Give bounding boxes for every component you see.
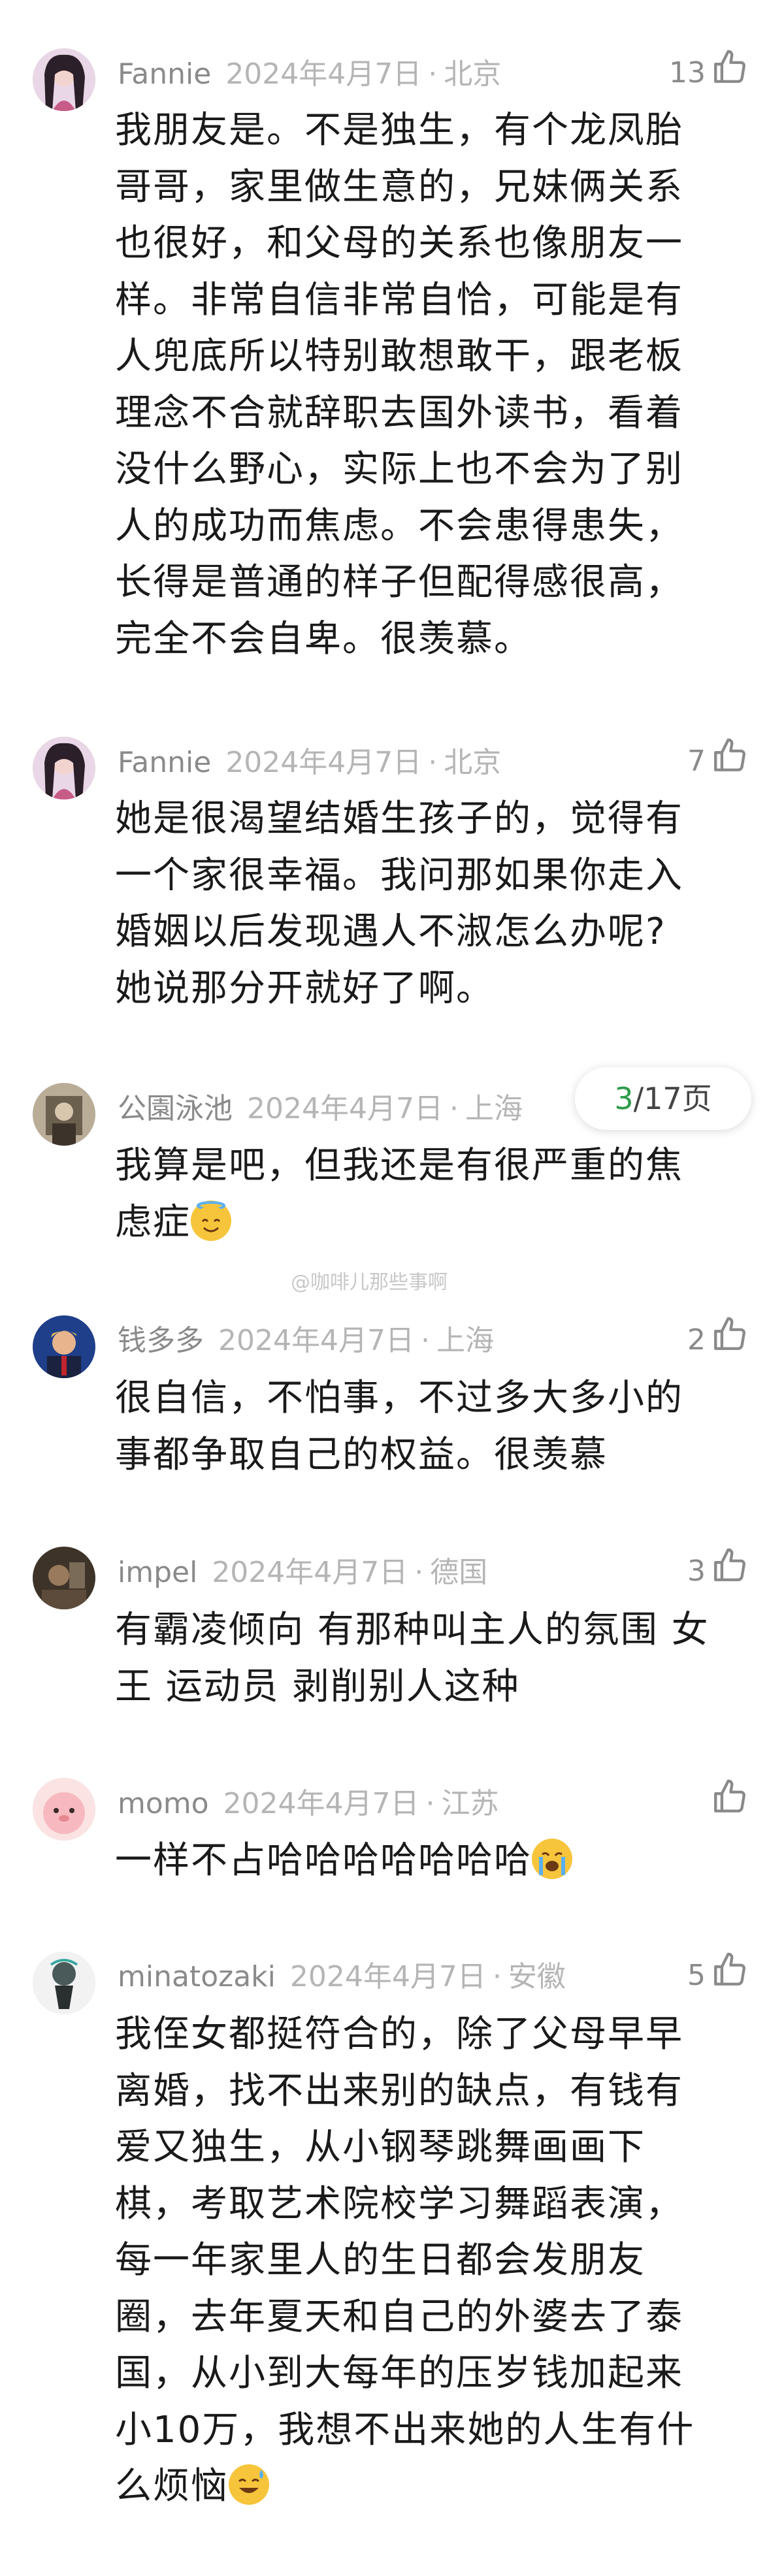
watermark: @咖啡儿那些事啊 <box>291 1271 448 1294</box>
separator-dot: · <box>428 57 438 91</box>
avatar[interactable] <box>33 1778 95 1841</box>
comment-text: 她是很渴望结婚生孩子的，觉得有 一个家很幸福。我问那如果你走入 婚姻以后发现遇人不淑… <box>115 797 683 1010</box>
comment-location: 德国 <box>430 1556 488 1589</box>
comment-date: 2024年4月7日 <box>289 1960 486 1993</box>
separator-dot: · <box>425 1787 435 1820</box>
comment-text: 有霸凌倾向 有那种叫主人的氛围 女王 运动员 剥削别人这种 <box>115 1609 710 1708</box>
like-count: 5 <box>687 1959 706 1992</box>
smiling-angel-emoji-icon <box>191 1200 231 1241</box>
page-indicator[interactable]: 3/17页 <box>575 1067 751 1130</box>
comment-date: 2024年4月7日 <box>212 1556 408 1589</box>
thumbs-up-icon <box>711 737 749 786</box>
username[interactable]: Fannie <box>118 57 211 91</box>
comment-text: 很自信，不怕事，不过多大多小的 事都争取自己的权益。很羡慕 <box>115 1377 683 1476</box>
separator-dot: · <box>414 1556 424 1589</box>
loudly-crying-emoji-icon <box>532 1839 572 1879</box>
separator-dot: · <box>428 746 438 779</box>
avatar[interactable] <box>33 737 95 799</box>
username[interactable]: Fannie <box>118 746 211 779</box>
comment-date: 2024年4月7日 <box>225 746 422 779</box>
username[interactable]: 公園泳池 <box>118 1092 233 1125</box>
like-button[interactable]: 2 <box>687 1317 749 1361</box>
comment-meta: 公園泳池 2024年4月7日 · 上海 <box>118 1088 523 1130</box>
like-count: 7 <box>687 745 706 778</box>
avatar[interactable] <box>33 1952 95 2014</box>
thumbs-up-icon <box>711 1951 749 2001</box>
username[interactable]: minatozaki <box>118 1960 276 1993</box>
separator-dot: · <box>449 1092 459 1125</box>
comment-location: 上海 <box>436 1324 494 1357</box>
comment-meta: impel 2024年4月7日 · 德国 <box>118 1552 487 1594</box>
like-count: 3 <box>687 1554 706 1588</box>
separator-dot: · <box>492 1960 502 1993</box>
comment-date: 2024年4月7日 <box>223 1787 419 1820</box>
comment-location: 上海 <box>465 1092 523 1125</box>
current-page: 3 <box>614 1081 634 1116</box>
comment-text: 我算是吧，但我还是有很严重的焦 虑症 <box>115 1144 683 1244</box>
like-count: 2 <box>687 1323 706 1357</box>
total-pages: /17页 <box>633 1081 712 1116</box>
like-count: 13 <box>669 56 706 89</box>
username[interactable]: impel <box>118 1556 197 1589</box>
comment-location: 江苏 <box>441 1787 499 1820</box>
username[interactable]: momo <box>118 1787 209 1820</box>
comment-location: 安徽 <box>508 1960 566 1993</box>
separator-dot: · <box>420 1324 430 1357</box>
username[interactable]: 钱多多 <box>118 1324 204 1357</box>
comment-meta: 钱多多 2024年4月7日 · 上海 <box>118 1320 494 1362</box>
like-button[interactable]: 13 <box>669 50 749 94</box>
comment-text: 一样不占哈哈哈哈哈哈哈 <box>115 1833 716 1890</box>
comment-location: 北京 <box>444 57 502 91</box>
like-button[interactable]: 7 <box>687 738 749 782</box>
thumbs-up-icon <box>711 1315 749 1365</box>
comment-date: 2024年4月7日 <box>225 57 422 91</box>
comment-text: 我侄女都挺符合的，除了父母早早 离婚，找不出来别的缺点，有钱有 爱又独生，从小钢琴跳… <box>115 2013 695 2507</box>
comment-meta: momo 2024年4月7日 · 江苏 <box>118 1783 499 1825</box>
comment-date: 2024年4月7日 <box>218 1324 414 1357</box>
avatar[interactable] <box>33 1547 95 1609</box>
avatar[interactable] <box>33 1315 95 1378</box>
like-button[interactable]: 3 <box>687 1548 749 1592</box>
thumbs-up-icon <box>711 1778 749 1827</box>
avatar[interactable] <box>33 48 95 111</box>
thumbs-up-icon <box>711 1547 749 1596</box>
comment-date: 2024年4月7日 <box>247 1092 443 1125</box>
sweat-smile-emoji-icon <box>229 2464 269 2505</box>
comment-location: 北京 <box>444 746 502 779</box>
like-button[interactable]: 5 <box>687 1952 749 1997</box>
like-button[interactable] <box>706 1779 749 1824</box>
avatar[interactable] <box>33 1083 95 1146</box>
comment-meta: Fannie 2024年4月7日 · 北京 <box>118 742 501 784</box>
comment-meta: minatozaki 2024年4月7日 · 安徽 <box>118 1956 566 1998</box>
thumbs-up-icon <box>711 48 749 98</box>
comment-text: 我朋友是。不是独生，有个龙凤胎 哥哥，家里做生意的，兄妹俩关系 也很好，和父母的关系… <box>115 109 683 660</box>
comment-meta: Fannie 2024年4月7日 · 北京 <box>118 54 501 95</box>
